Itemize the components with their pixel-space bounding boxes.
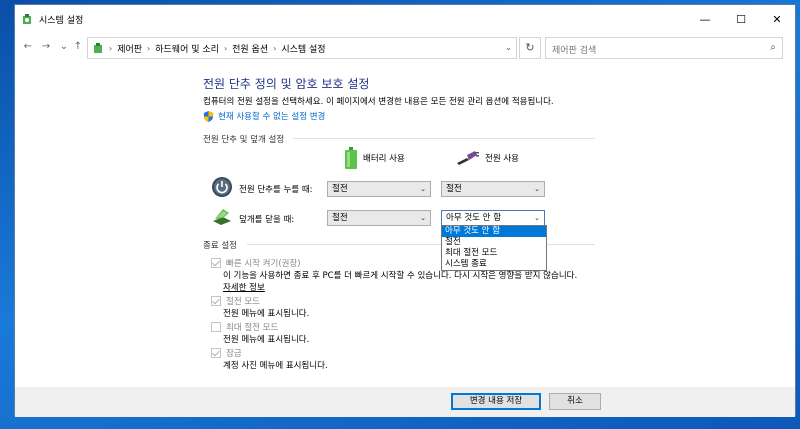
fast-startup-checkbox-row[interactable]: 빠른 시작 켜기(권장) bbox=[211, 257, 301, 269]
chevron-down-icon: ⌄ bbox=[534, 214, 540, 222]
change-settings-link-row: 현재 사용할 수 없는 설정 변경 bbox=[203, 110, 325, 122]
lid-close-label: 덮개를 닫을 때: bbox=[239, 215, 295, 225]
cancel-button[interactable]: 취소 bbox=[549, 393, 601, 410]
battery-column-label: 배터리 사용 bbox=[363, 154, 405, 164]
divider bbox=[293, 138, 595, 139]
power-button-icon bbox=[212, 177, 232, 197]
shutdown-section-label: 종료 설정 bbox=[203, 241, 237, 251]
address-bar[interactable]: › 제어판 › 하드웨어 및 소리 › 전원 옵션 › 시스템 설정 ⌄ bbox=[87, 37, 517, 59]
sleep-checkbox[interactable] bbox=[211, 296, 221, 306]
recent-locations-button[interactable]: ⌄ bbox=[57, 39, 71, 55]
hibernate-checkbox[interactable] bbox=[211, 322, 221, 332]
chevron-down-icon[interactable]: ⌄ bbox=[505, 43, 512, 52]
lock-description: 계정 사진 메뉴에 표시됩니다. bbox=[223, 361, 328, 371]
dropdown-option-sleep[interactable]: 절전 bbox=[442, 237, 546, 248]
breadcrumb-system-settings[interactable]: 시스템 설정 bbox=[281, 42, 325, 55]
window-title: 시스템 설정 bbox=[39, 15, 84, 26]
battery-icon bbox=[345, 147, 357, 169]
chevron-right-icon: › bbox=[109, 43, 113, 53]
power-section-label: 전원 단추 및 덮개 설정 bbox=[203, 135, 285, 145]
power-options-icon bbox=[94, 43, 102, 53]
title-bar: 시스템 설정 — ☐ ✕ bbox=[15, 5, 795, 33]
sleep-checkbox-row[interactable]: 절전 모드 bbox=[211, 295, 260, 307]
chevron-down-icon: ⌄ bbox=[420, 214, 426, 222]
lid-close-plugged-value: 아무 것도 안 함 bbox=[446, 213, 502, 223]
breadcrumb-control-panel[interactable]: 제어판 bbox=[117, 42, 142, 55]
address-row: ← → ⌄ ↑ › 제어판 › 하드웨어 및 소리 › 전원 옵션 › 시스템 … bbox=[15, 33, 795, 63]
uac-shield-icon bbox=[203, 110, 214, 122]
chevron-down-icon: ⌄ bbox=[420, 185, 426, 193]
fast-startup-label: 빠른 시작 켜기(권장) bbox=[226, 259, 301, 269]
refresh-button[interactable]: ↻ bbox=[519, 37, 541, 59]
page-description: 컴퓨터의 전원 설정을 선택하세요. 이 페이지에서 변경한 내용은 모든 전원… bbox=[203, 97, 554, 107]
chevron-down-icon: ⌄ bbox=[534, 185, 540, 193]
maximize-button[interactable]: ☐ bbox=[723, 5, 759, 33]
fast-startup-checkbox[interactable] bbox=[211, 258, 221, 268]
plugged-column-label: 전원 사용 bbox=[485, 154, 519, 164]
search-input[interactable]: 제어판 검색 ⌕ bbox=[545, 37, 783, 59]
lid-close-battery-value: 절전 bbox=[332, 213, 348, 223]
chevron-right-icon: › bbox=[147, 43, 151, 53]
fast-startup-description: 이 기능을 사용하면 종료 후 PC를 더 빠르게 시작할 수 있습니다. 다시… bbox=[223, 271, 578, 281]
lid-close-plugged-select[interactable]: 아무 것도 안 함 ⌄ bbox=[441, 210, 545, 226]
power-button-label: 전원 단추를 누를 때: bbox=[239, 185, 313, 195]
page-title: 전원 단추 정의 및 암호 보호 설정 bbox=[203, 77, 370, 91]
hibernate-description: 전원 메뉴에 표시됩니다. bbox=[223, 335, 310, 345]
window-controls: — ☐ ✕ bbox=[687, 5, 795, 33]
lock-checkbox[interactable] bbox=[211, 348, 221, 358]
dropdown-option-hibernate[interactable]: 최대 절전 모드 bbox=[442, 248, 546, 259]
main-content: 전원 단추 정의 및 암호 보호 설정 컴퓨터의 전원 설정을 선택하세요. 이… bbox=[15, 63, 795, 387]
footer-bar: 변경 내용 저장 취소 bbox=[15, 387, 795, 417]
divider bbox=[547, 244, 595, 245]
close-button[interactable]: ✕ bbox=[759, 5, 795, 33]
search-icon[interactable]: ⌕ bbox=[770, 42, 776, 53]
power-button-battery-value: 절전 bbox=[332, 184, 348, 194]
lock-checkbox-row[interactable]: 잠금 bbox=[211, 347, 242, 359]
power-button-plugged-value: 절전 bbox=[446, 184, 462, 194]
dropdown-option-do-nothing[interactable]: 아무 것도 안 함 bbox=[442, 226, 546, 237]
breadcrumb-hardware-sound[interactable]: 하드웨어 및 소리 bbox=[155, 42, 219, 55]
change-unavailable-settings-link[interactable]: 현재 사용할 수 없는 설정 변경 bbox=[218, 110, 325, 122]
search-placeholder: 제어판 검색 bbox=[552, 46, 597, 56]
system-settings-window: 시스템 설정 — ☐ ✕ ← → ⌄ ↑ › 제어판 › 하드웨어 및 소리 ›… bbox=[14, 4, 796, 417]
lid-close-battery-select[interactable]: 절전 ⌄ bbox=[327, 210, 431, 226]
plugged-column-header: 전원 사용 bbox=[457, 151, 519, 165]
hibernate-label: 최대 절전 모드 bbox=[226, 323, 279, 333]
save-changes-button[interactable]: 변경 내용 저장 bbox=[451, 393, 541, 410]
power-button-plugged-select[interactable]: 절전 ⌄ bbox=[441, 181, 545, 197]
chevron-right-icon: › bbox=[273, 43, 277, 53]
forward-button[interactable]: → bbox=[39, 39, 53, 55]
power-plug-icon bbox=[457, 151, 479, 165]
lid-close-plugged-dropdown-list: 아무 것도 안 함 절전 최대 절전 모드 시스템 종료 bbox=[441, 225, 547, 271]
hibernate-checkbox-row[interactable]: 최대 절전 모드 bbox=[211, 321, 278, 333]
sleep-label: 절전 모드 bbox=[226, 297, 260, 307]
power-options-icon bbox=[23, 14, 31, 24]
back-button[interactable]: ← bbox=[21, 39, 35, 55]
up-button[interactable]: ↑ bbox=[71, 39, 85, 55]
lock-label: 잠금 bbox=[226, 349, 242, 359]
breadcrumb-power-options[interactable]: 전원 옵션 bbox=[232, 42, 268, 55]
power-button-battery-select[interactable]: 절전 ⌄ bbox=[327, 181, 431, 197]
minimize-button[interactable]: — bbox=[687, 5, 723, 33]
sleep-description: 전원 메뉴에 표시됩니다. bbox=[223, 309, 310, 319]
battery-column-header: 배터리 사용 bbox=[345, 147, 405, 169]
more-info-link[interactable]: 자세한 정보 bbox=[223, 281, 265, 293]
divider bbox=[247, 244, 441, 245]
laptop-lid-icon bbox=[213, 209, 231, 225]
chevron-right-icon: › bbox=[223, 43, 228, 53]
